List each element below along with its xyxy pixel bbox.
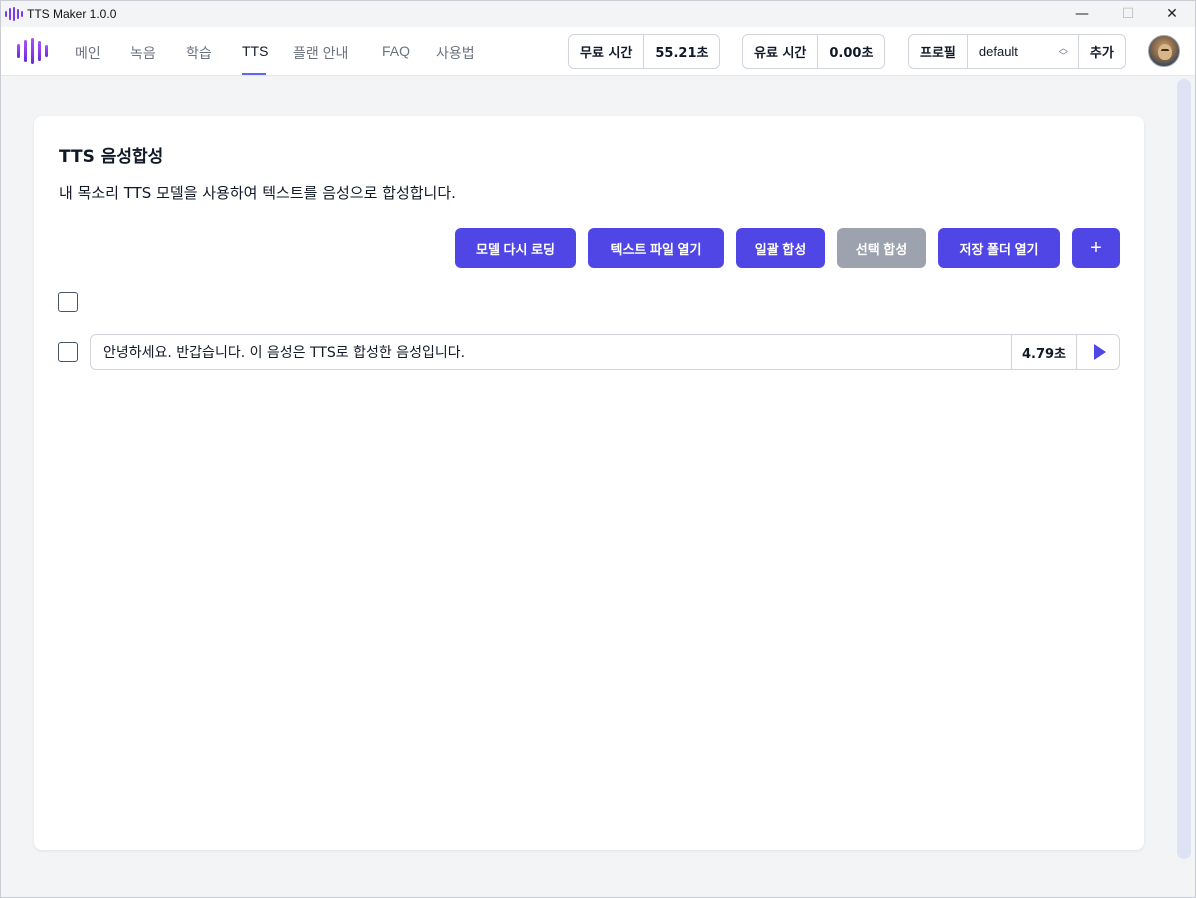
row-duration: 4.79초 xyxy=(1011,335,1076,369)
top-nav: 메인 녹음 학습 TTS 플랜 안내 FAQ 사용법 무료 시간 55.21초 … xyxy=(1,27,1195,76)
profile-select[interactable]: default ︿ ﹀ xyxy=(968,35,1079,68)
paid-time-value: 0.00초 xyxy=(829,46,874,61)
selected-synth-button[interactable]: 선택 합성 xyxy=(837,228,926,268)
sound-wave-icon xyxy=(5,7,23,21)
batch-synth-button[interactable]: 일괄 합성 xyxy=(736,228,825,268)
free-time-display: 무료 시간 55.21초 xyxy=(568,34,721,69)
title-bar: TTS Maker 1.0.0 — ☐ ✕ xyxy=(1,1,1195,27)
paid-time-label: 유료 시간 xyxy=(743,35,819,68)
active-tab-indicator xyxy=(242,73,266,75)
table-row: 안녕하세요. 반갑습니다. 이 음성은 TTS로 합성한 음성입니다. 4.79… xyxy=(90,334,1120,370)
profile-control: 프로필 default ︿ ﹀ 추가 xyxy=(908,34,1126,69)
maximize-button[interactable]: ☐ xyxy=(1105,1,1151,27)
nav-item-main[interactable]: 메인 xyxy=(75,43,101,63)
profile-label: 프로필 xyxy=(909,35,968,68)
scrollbar[interactable] xyxy=(1177,79,1191,859)
select-all-checkbox[interactable] xyxy=(58,292,78,312)
row-text-input[interactable]: 안녕하세요. 반갑습니다. 이 음성은 TTS로 합성한 음성입니다. xyxy=(91,335,1011,369)
close-button[interactable]: ✕ xyxy=(1149,1,1195,27)
nav-item-faq[interactable]: FAQ xyxy=(382,43,410,59)
open-text-file-button[interactable]: 텍스트 파일 열기 xyxy=(588,228,724,268)
free-time-label: 무료 시간 xyxy=(569,35,645,68)
add-row-button[interactable]: + xyxy=(1072,228,1120,268)
play-button[interactable] xyxy=(1076,335,1119,369)
nav-item-plans[interactable]: 플랜 안내 xyxy=(293,43,348,63)
minimize-button[interactable]: — xyxy=(1059,1,1105,27)
tts-card: TTS 음성합성 내 목소리 TTS 모델을 사용하여 텍스트를 음성으로 합성… xyxy=(34,116,1144,850)
play-icon xyxy=(1093,344,1106,360)
row-checkbox[interactable] xyxy=(58,342,78,362)
nav-item-usage[interactable]: 사용법 xyxy=(436,43,475,63)
add-profile-button[interactable]: 추가 xyxy=(1079,35,1125,68)
avatar[interactable] xyxy=(1148,35,1180,67)
window-title: TTS Maker 1.0.0 xyxy=(27,7,117,21)
nav-item-record[interactable]: 녹음 xyxy=(130,43,156,63)
sound-wave-icon xyxy=(17,38,48,64)
profile-selected-value: default xyxy=(978,44,1018,59)
free-time-value: 55.21초 xyxy=(655,46,709,61)
reload-model-button[interactable]: 모델 다시 로딩 xyxy=(455,228,576,268)
chevron-updown-icon: ︿ ﹀ xyxy=(1058,42,1068,61)
paid-time-display: 유료 시간 0.00초 xyxy=(742,34,886,69)
nav-item-train[interactable]: 학습 xyxy=(186,43,212,63)
page-description: 내 목소리 TTS 모델을 사용하여 텍스트를 음성으로 합성합니다. xyxy=(59,184,456,202)
nav-item-tts[interactable]: TTS xyxy=(242,43,268,59)
open-save-folder-button[interactable]: 저장 폴더 열기 xyxy=(938,228,1060,268)
page-title: TTS 음성합성 xyxy=(59,147,164,167)
